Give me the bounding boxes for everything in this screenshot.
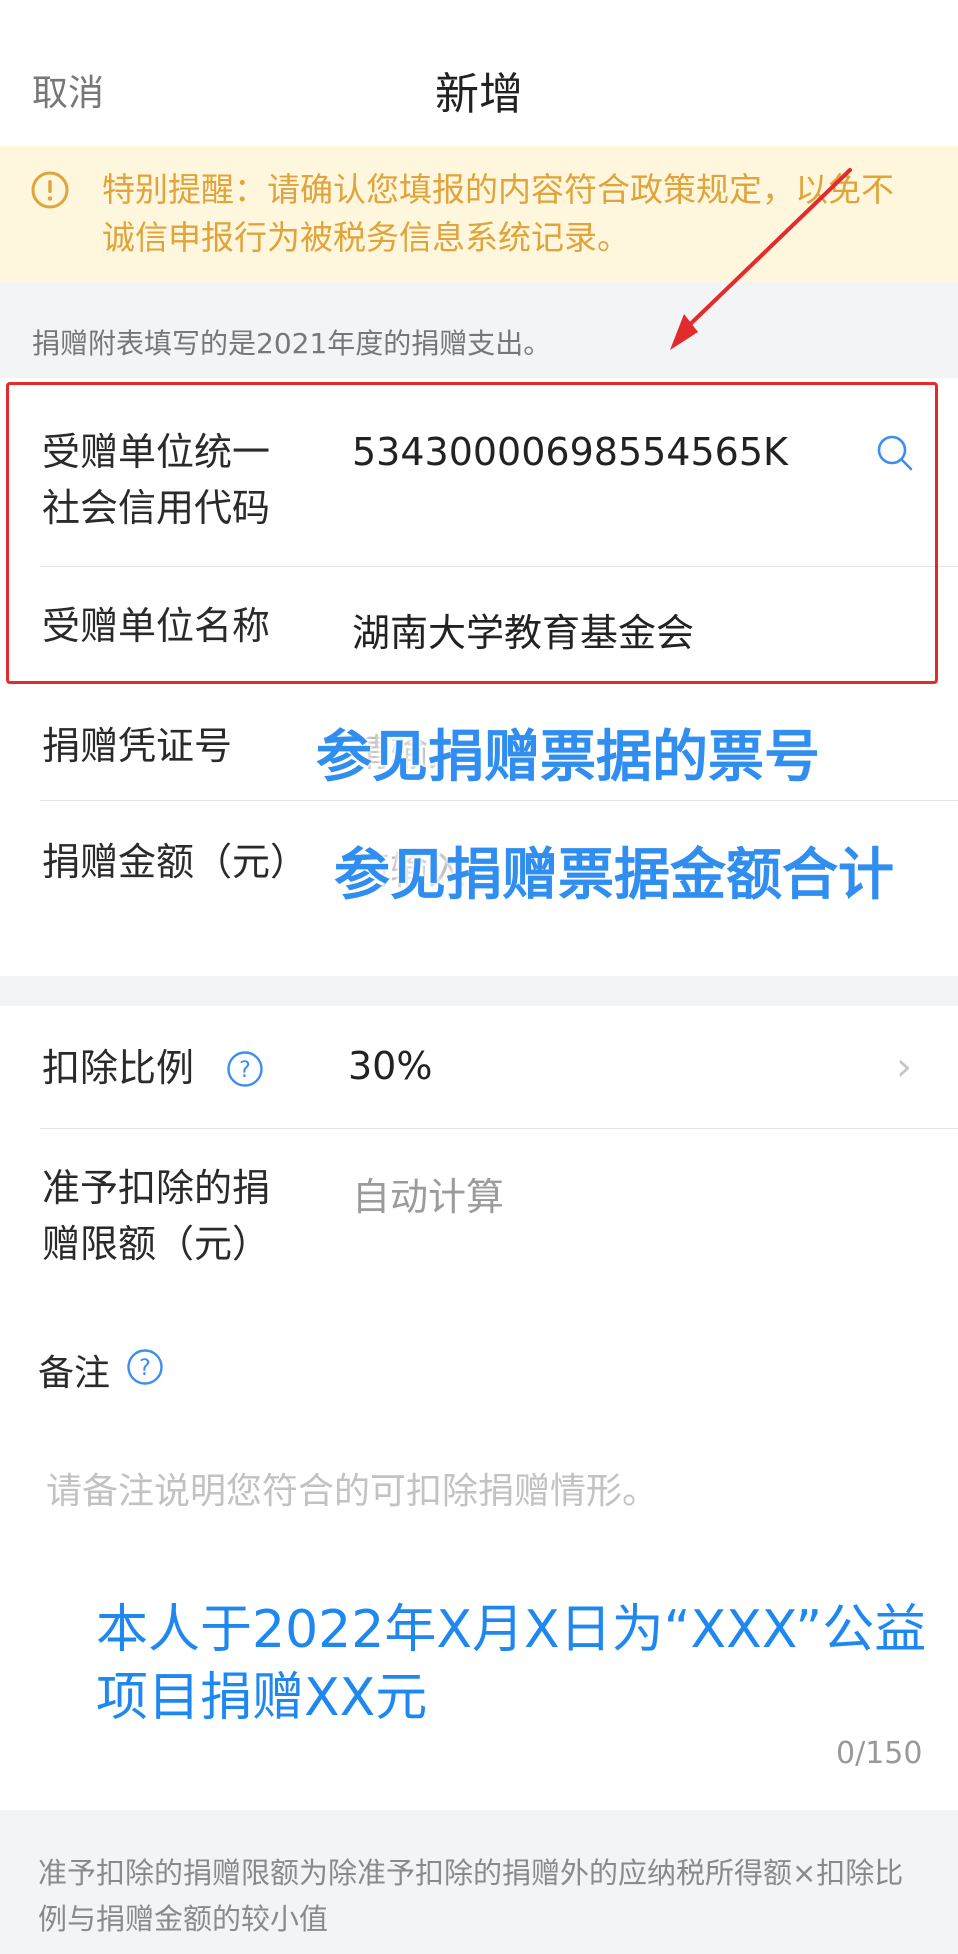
remark-textarea[interactable]: 请备注说明您符合的可扣除捐赠情形。 <box>46 1462 658 1514</box>
page-title: 新增 <box>435 69 523 120</box>
limit-label: 准予扣除的捐赠限额（元） <box>42 1166 271 1266</box>
footer-note: 准予扣除的捐赠限额为除准予扣除的捐赠外的应纳税所得额×扣除比例与捐赠金额的较小值 <box>38 1856 904 1936</box>
annotation-arrow-icon <box>670 168 852 350</box>
char-counter: 0/150 <box>836 1736 923 1771</box>
row-divider <box>40 1128 958 1129</box>
svg-text:?: ? <box>139 1356 151 1381</box>
help-circle-icon[interactable]: ? <box>126 1348 164 1386</box>
section-separator <box>0 976 958 1006</box>
year-hint: 捐赠附表填写的是2021年度的捐赠支出。 <box>32 327 552 360</box>
svg-text:?: ? <box>239 1058 251 1083</box>
amount-annotation: 参见捐赠票据金额合计 <box>334 843 894 908</box>
ratio-value[interactable]: 30% <box>348 1044 432 1088</box>
voucher-annotation: 参见捐赠票据的票号 <box>316 725 820 790</box>
row-divider <box>40 800 958 801</box>
warning-circle-icon <box>31 171 69 209</box>
chevron-right-icon[interactable]: › <box>896 1044 912 1090</box>
highlight-box <box>6 382 938 684</box>
amount-label: 捐赠金额（元） <box>42 840 309 884</box>
remark-annotation: 本人于2022年X月X日为“XXX”公益项目捐赠XX元 <box>96 1600 927 1728</box>
voucher-label: 捐赠凭证号 <box>42 724 233 768</box>
ratio-label: 扣除比例 <box>42 1046 195 1090</box>
limit-value: 自动计算 <box>352 1175 505 1219</box>
help-circle-icon[interactable]: ? <box>226 1050 264 1088</box>
remark-label: 备注 <box>38 1353 111 1394</box>
